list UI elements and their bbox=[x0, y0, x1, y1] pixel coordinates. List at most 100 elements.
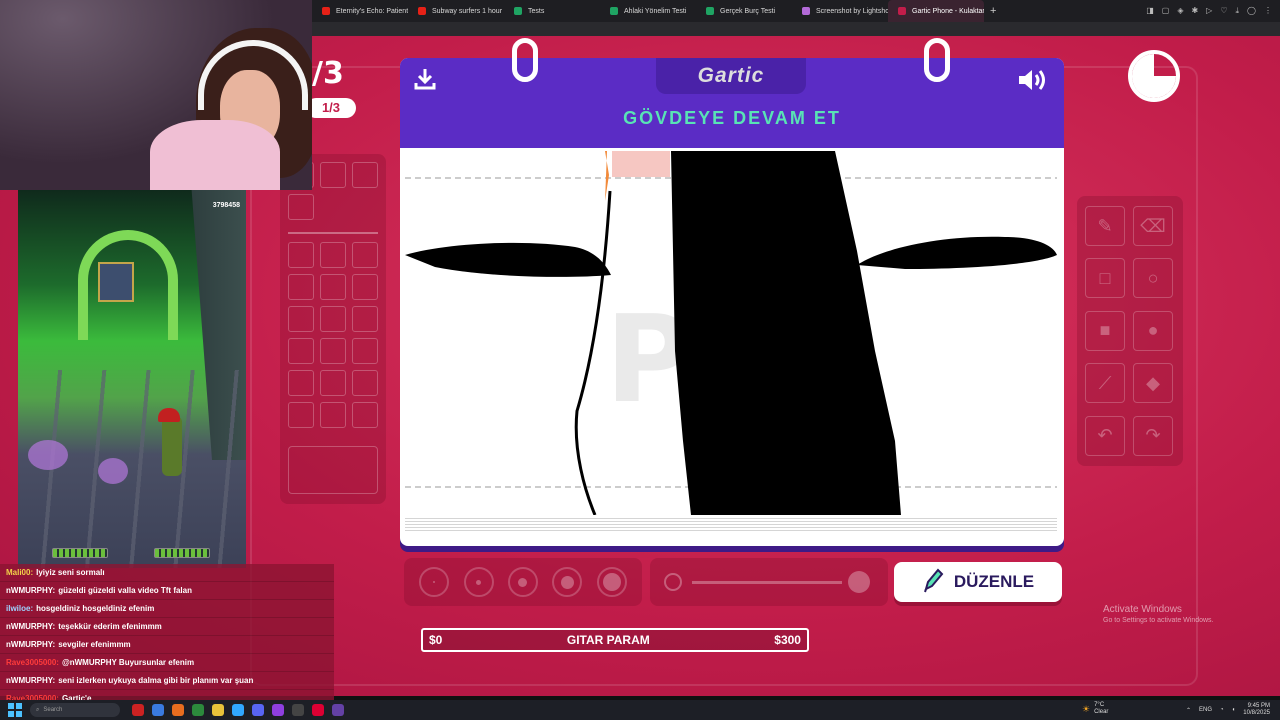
pencil-tool-icon[interactable]: ✎ bbox=[1085, 206, 1125, 246]
slider-max-knob[interactable] bbox=[848, 571, 870, 593]
feather-icon bbox=[802, 7, 810, 15]
palette-swatch[interactable] bbox=[320, 402, 346, 428]
chevron-up-icon[interactable]: ⌃ bbox=[1186, 707, 1191, 714]
slider-track[interactable] bbox=[692, 581, 842, 584]
redo-icon[interactable]: ↷ bbox=[1133, 415, 1173, 456]
rectangle-tool-icon[interactable]: □ bbox=[1085, 258, 1125, 299]
browser-tab[interactable]: Ahlaki Yönelim Testi bbox=[600, 0, 696, 22]
palette-swatch[interactable] bbox=[320, 274, 346, 300]
chat-message: nWMURPHY: güzeldi güzeldi valla video Tft… bbox=[0, 582, 334, 600]
palette-swatch[interactable] bbox=[288, 370, 314, 396]
browser-tab-label: Gartic Phone - Kulaktan K bbox=[912, 7, 984, 15]
speaker-icon[interactable]: ◖ bbox=[1232, 707, 1236, 713]
palette-swatch[interactable] bbox=[352, 338, 378, 364]
new-tab-button[interactable]: + bbox=[984, 5, 1002, 17]
filled-rectangle-tool-icon[interactable]: ■ bbox=[1085, 310, 1125, 351]
palette-swatch[interactable] bbox=[320, 370, 346, 396]
clock[interactable]: 9:45 PM 10/8/2025 bbox=[1243, 703, 1270, 717]
favorite-icon[interactable]: ♡ bbox=[1220, 6, 1227, 16]
brush-size-3[interactable] bbox=[507, 567, 538, 597]
app-icon[interactable] bbox=[152, 704, 164, 716]
weather-desc: Clear bbox=[1094, 709, 1109, 716]
search-icon: ⌕ bbox=[36, 706, 40, 713]
palette-swatch[interactable] bbox=[288, 338, 314, 364]
screenshot-icon[interactable]: ▢ bbox=[1162, 6, 1170, 16]
wifi-icon[interactable]: ◔ bbox=[1220, 707, 1224, 713]
browser-tab[interactable]: Gartic Phone - Kulaktan K bbox=[888, 0, 984, 22]
fill-bucket-tool-icon[interactable]: ◆ bbox=[1133, 363, 1173, 404]
download-icon[interactable] bbox=[412, 66, 438, 97]
twitch-icon[interactable] bbox=[332, 704, 344, 716]
browser-tab[interactable]: Screenshot by Lightshot bbox=[792, 0, 888, 22]
volume-icon[interactable] bbox=[1016, 66, 1050, 99]
youtube-icon bbox=[322, 7, 330, 15]
ellipse-tool-icon[interactable]: ○ bbox=[1133, 258, 1173, 299]
browser-tab[interactable]: Gerçek Burç Testi bbox=[696, 0, 792, 22]
brush-size-1[interactable] bbox=[419, 567, 450, 597]
weather-icon: ☀ bbox=[1082, 703, 1091, 714]
filled-ellipse-tool-icon[interactable]: ● bbox=[1133, 310, 1173, 351]
app-icon[interactable] bbox=[172, 704, 184, 716]
brush-size-5[interactable] bbox=[596, 567, 627, 597]
brush-size-2[interactable] bbox=[463, 567, 494, 597]
browser-tab[interactable]: Tests bbox=[504, 0, 600, 22]
weather-widget[interactable]: ☀ 7°C Clear bbox=[1082, 702, 1108, 716]
opera-icon[interactable] bbox=[312, 704, 324, 716]
goal-current: $0 bbox=[429, 633, 443, 647]
app-icon[interactable] bbox=[192, 704, 204, 716]
weather-temp: 7°C bbox=[1094, 702, 1105, 708]
taskbar-apps bbox=[132, 704, 344, 716]
save-icon[interactable]: ⤓ bbox=[1236, 6, 1240, 16]
palette-swatch[interactable] bbox=[320, 338, 346, 364]
play-icon[interactable]: ▷ bbox=[1206, 6, 1212, 16]
menu-icon[interactable]: ⋮ bbox=[1264, 6, 1272, 16]
palette-swatch[interactable] bbox=[320, 306, 346, 332]
activate-windows-watermark: Activate Windows Go to Settings to activ… bbox=[1103, 604, 1214, 624]
palette-swatch[interactable] bbox=[352, 242, 378, 268]
palette-swatch[interactable] bbox=[352, 306, 378, 332]
palette-swatch[interactable] bbox=[320, 242, 346, 268]
premiere-icon[interactable] bbox=[272, 704, 284, 716]
eraser-tool-icon[interactable]: ⌫ bbox=[1133, 206, 1173, 246]
undo-icon[interactable]: ↶ bbox=[1085, 415, 1125, 456]
folder-icon[interactable] bbox=[212, 704, 224, 716]
palette-swatch[interactable] bbox=[352, 370, 378, 396]
browser-tab-label: Gerçek Burç Testi bbox=[720, 7, 776, 15]
drawing-canvas[interactable]: P bbox=[405, 151, 1057, 515]
notebook-header: Gartic GÖVDEYE DEVAM ET bbox=[400, 58, 1064, 148]
palette-swatch[interactable] bbox=[288, 194, 314, 220]
discord-icon[interactable] bbox=[252, 704, 264, 716]
runner-cap bbox=[158, 408, 180, 422]
line-tool-icon[interactable]: ⟋ bbox=[1085, 363, 1125, 404]
palette-swatch[interactable] bbox=[320, 162, 346, 188]
language-indicator[interactable]: ENG bbox=[1199, 707, 1212, 713]
edit-button[interactable]: DÜZENLE bbox=[894, 562, 1062, 602]
browser-tab-label: Ahlaki Yönelim Testi bbox=[624, 7, 687, 15]
extension-icon[interactable]: ✱ bbox=[1191, 6, 1198, 16]
windows-start-icon[interactable] bbox=[8, 703, 22, 717]
brush-size-4[interactable] bbox=[552, 567, 583, 597]
app-icon[interactable] bbox=[132, 704, 144, 716]
palette-swatch[interactable] bbox=[288, 242, 314, 268]
pencil-icon bbox=[922, 567, 944, 598]
bookmark-icon[interactable]: ◨ bbox=[1146, 6, 1154, 16]
palette-swatch[interactable] bbox=[288, 274, 314, 300]
palette-swatch[interactable] bbox=[352, 274, 378, 300]
shield-icon[interactable]: ◈ bbox=[1177, 6, 1183, 16]
opacity-slider[interactable] bbox=[650, 558, 888, 606]
taskbar-search[interactable]: ⌕ Search bbox=[30, 703, 120, 717]
photoshop-icon[interactable] bbox=[232, 704, 244, 716]
palette-colors bbox=[288, 242, 378, 428]
palette-current-color[interactable] bbox=[288, 446, 378, 494]
palette-swatch[interactable] bbox=[352, 402, 378, 428]
browser-tab[interactable]: Eternity's Echo: Patient 2 bbox=[312, 0, 408, 22]
palette-swatch[interactable] bbox=[288, 402, 314, 428]
obs-icon[interactable] bbox=[292, 704, 304, 716]
profile-icon[interactable]: ◯ bbox=[1247, 6, 1256, 16]
palette-swatch[interactable] bbox=[352, 162, 378, 188]
chat-message: nWMURPHY: seni izlerken uykuya dalma gibi… bbox=[0, 672, 334, 690]
browser-tab[interactable]: Subway surfers 1 hour Ga bbox=[408, 0, 504, 22]
palette-swatch[interactable] bbox=[288, 306, 314, 332]
game-score: 3798458 bbox=[212, 202, 240, 209]
browser-tab-label: Screenshot by Lightshot bbox=[816, 7, 888, 15]
